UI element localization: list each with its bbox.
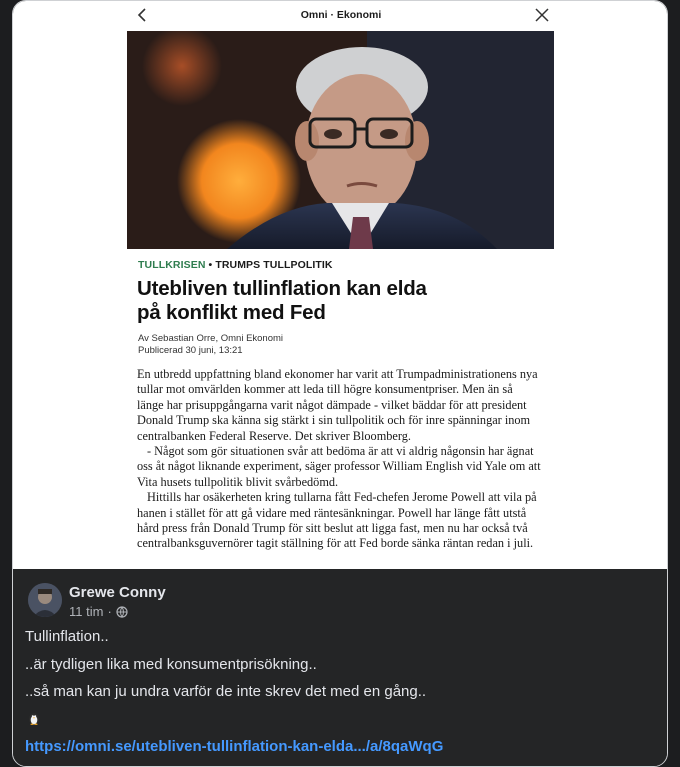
article-meta: Av Sebastian Orre, Omni Ekonomi Publicer… [138,333,283,357]
avatar[interactable] [28,583,62,617]
penguin-icon [29,713,39,725]
globe-icon [116,605,128,618]
article-published: Publicerad 30 juni, 13:21 [138,345,243,356]
shared-article-screenshot[interactable]: Omni · Ekonomi TULLKRISEN • TRUMPS TULLP… [13,1,667,569]
article-paragraph: En utbredd uppfattning bland ekonomer ha… [137,367,538,443]
post-text-line: ..så man kan ju undra varför de inte skr… [25,683,427,700]
article-paragraph: - Något som gör situationen svår att bed… [137,444,541,489]
article-body: TULLKRISEN • TRUMPS TULLPOLITIK Uteblive… [127,249,554,569]
article-kicker: TULLKRISEN • TRUMPS TULLPOLITIK [138,259,333,271]
post-card: Omni · Ekonomi TULLKRISEN • TRUMPS TULLP… [12,0,668,767]
post-section: Grewe Conny 11 tim · Tullinflation.. ..ä… [13,569,667,766]
post-time[interactable]: 11 tim [69,604,103,619]
time-separator: · [107,604,112,619]
close-icon[interactable] [535,8,549,22]
article-byline: Av Sebastian Orre, Omni Ekonomi [138,333,284,344]
topbar-title: Omni · Ekonomi [300,9,382,21]
kicker-separator: • [205,259,216,271]
kicker-tag[interactable]: TULLKRISEN [138,259,206,271]
article-topbar: Omni · Ekonomi [127,1,555,31]
article-headline: Utebliven tullinflation kan elda på konf… [137,277,427,324]
post-text-line: ..är tydligen lika med konsumentprisökni… [25,656,317,673]
article-paragraph: Hittills har osäkerheten kring tullarna … [137,490,537,551]
post-text-line: Tullinflation.. [25,628,109,645]
article-hero-image [127,31,554,249]
kicker-topic[interactable]: TRUMPS TULLPOLITIK [215,259,332,271]
post-timestamp-row: 11 tim · [69,604,128,619]
article-link[interactable]: https://omni.se/utebliven-tullinflation-… [25,738,443,755]
article-text: En utbredd uppfattning bland ekonomer ha… [137,367,542,552]
author-name[interactable]: Grewe Conny [69,584,166,601]
